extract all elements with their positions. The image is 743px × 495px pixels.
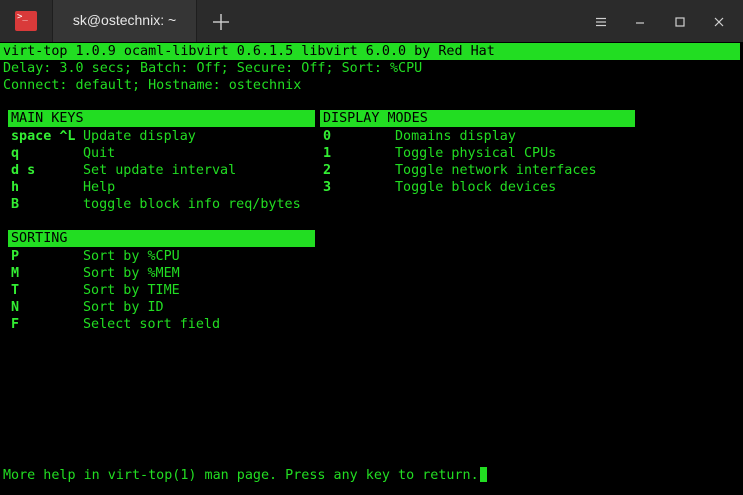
key-description: Domains display	[395, 129, 516, 144]
display-modes-heading: DISPLAY MODES	[320, 110, 635, 127]
key-label: space ^L	[11, 129, 76, 144]
list-item: P Sort by %CPU	[11, 248, 311, 265]
list-item: M Sort by %MEM	[11, 265, 311, 282]
hamburger-menu-icon[interactable]	[593, 14, 609, 30]
key-label: F	[11, 317, 20, 332]
key-description: Quit	[83, 146, 116, 161]
text-cursor	[479, 467, 487, 482]
title-bar: >_ sk@ostechnix: ~	[0, 0, 743, 42]
key-label: h	[11, 180, 20, 195]
key-description: Select sort field	[83, 317, 221, 332]
virt-top-header: virt-top 1.0.9 ocaml-libvirt 0.6.1.5 lib…	[0, 43, 740, 60]
list-item: 1 Toggle physical CPUs	[323, 145, 623, 162]
list-item: N Sort by ID	[11, 299, 311, 316]
key-label: 3	[323, 180, 332, 195]
status-line-connect: Connect: default; Hostname: ostechnix	[3, 78, 302, 93]
footer-text: More help in virt-top(1) man page. Press…	[3, 468, 479, 483]
list-item: h Help	[11, 179, 311, 196]
sorting-heading: SORTING	[8, 230, 315, 247]
list-item: 2 Toggle network interfaces	[323, 162, 623, 179]
key-description: Sort by %MEM	[83, 266, 180, 281]
status-line-delay: Delay: 3.0 secs; Batch: Off; Secure: Off…	[3, 61, 423, 76]
close-icon[interactable]	[711, 14, 727, 30]
plus-icon[interactable]	[210, 11, 232, 33]
main-keys-heading: MAIN KEYS	[8, 110, 315, 127]
key-label: q	[11, 146, 20, 161]
key-label: N	[11, 300, 20, 315]
terminal-output[interactable]: virt-top 1.0.9 ocaml-libvirt 0.6.1.5 lib…	[0, 42, 743, 495]
key-label: d s	[11, 163, 36, 178]
key-label: M	[11, 266, 20, 281]
list-item: 0 Domains display	[323, 128, 623, 145]
help-footer: More help in virt-top(1) man page. Press…	[3, 467, 487, 484]
list-item: q Quit	[11, 145, 311, 162]
key-label: B	[11, 197, 20, 212]
key-label: 1	[323, 146, 332, 161]
key-description: Toggle block devices	[395, 180, 557, 195]
key-description: Help	[83, 180, 116, 195]
key-description: Sort by %CPU	[83, 249, 180, 264]
list-item: 3 Toggle block devices	[323, 179, 623, 196]
key-description: Sort by ID	[83, 300, 164, 315]
list-item: d s Set update interval	[11, 162, 311, 179]
key-label: 0	[323, 129, 332, 144]
list-item: T Sort by TIME	[11, 282, 311, 299]
key-label: P	[11, 249, 20, 264]
list-item: F Select sort field	[11, 316, 311, 333]
key-label: T	[11, 283, 20, 298]
key-label: 2	[323, 163, 332, 178]
maximize-icon[interactable]	[672, 14, 688, 30]
list-item: space ^L Update display	[11, 128, 311, 145]
terminal-icon: >_	[15, 11, 37, 31]
key-description: toggle block info req/bytes	[83, 197, 301, 212]
tab-terminal[interactable]: sk@ostechnix: ~	[52, 0, 197, 42]
terminal-window: >_ sk@ostechnix: ~ virt-top 1.0.9 ocaml-…	[0, 0, 743, 495]
tab-title: sk@ostechnix: ~	[72, 12, 177, 28]
key-description: Toggle network interfaces	[395, 163, 597, 178]
key-description: Set update interval	[83, 163, 237, 178]
minimize-icon[interactable]	[632, 14, 648, 30]
key-description: Update display	[83, 129, 196, 144]
terminal-icon-glyph: >_	[17, 12, 28, 22]
key-description: Toggle physical CPUs	[395, 146, 557, 161]
list-item: B toggle block info req/bytes	[11, 196, 311, 213]
key-description: Sort by TIME	[83, 283, 180, 298]
